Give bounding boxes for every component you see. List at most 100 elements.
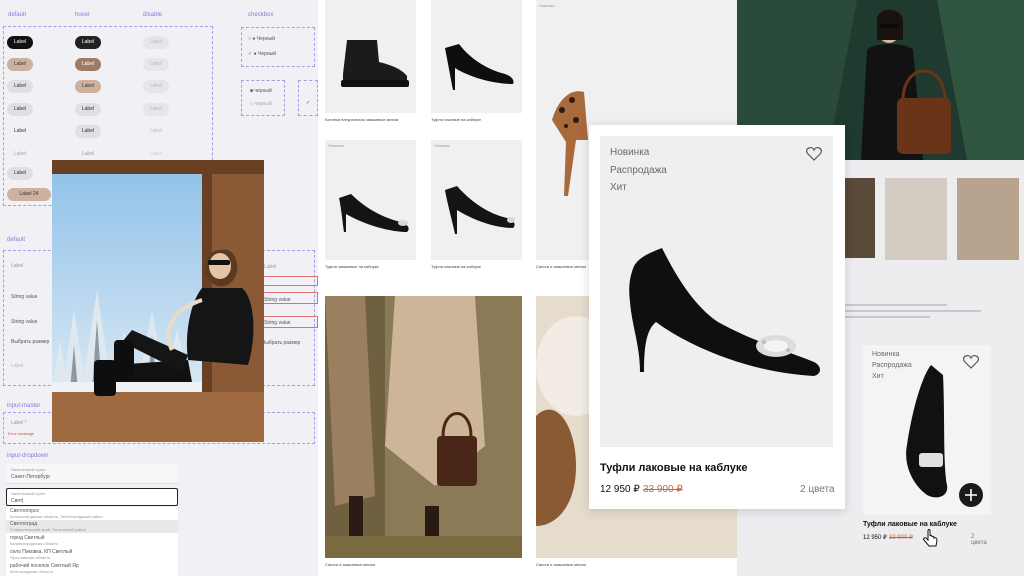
dropdown-field[interactable]: Населенный пункт Санкт-Петербург (6, 464, 178, 484)
suede-pump-image-2 (445, 186, 515, 234)
pump-image (445, 44, 514, 90)
chip-hover-grey[interactable]: Label (75, 103, 101, 116)
chip-with-count-label: Label (19, 191, 32, 197)
column-header-disable: disable (143, 12, 163, 18)
product-tile-suede-pumps-2[interactable]: Новинка (431, 140, 522, 260)
product-tile-pumps[interactable] (431, 0, 522, 113)
chip-disabled-4: Label (143, 103, 169, 116)
column-header-hover: hover (75, 12, 91, 18)
tile-tag: Новинка (434, 143, 450, 148)
product-tile-suede-pumps[interactable]: Новинка (325, 140, 416, 260)
badge-new: Новинка (610, 147, 650, 158)
checkbox-unchecked-icon: ○ ● (248, 36, 256, 42)
chip-disabled-1: Label (143, 36, 169, 49)
dropdown-option-4[interactable]: село Пиковка, КП Светлый Ярославская обл… (6, 548, 178, 561)
option-subtitle: Калининградская область (10, 541, 59, 546)
product-caption-1[interactable]: Ботинки натуральная замшевые мехом (325, 117, 398, 122)
input-string-value-2[interactable]: String value (11, 319, 37, 325)
checkbox-option-4-label: черный (254, 101, 272, 107)
heart-icon[interactable] (806, 147, 822, 161)
product-price: 12 950 ₽ (600, 484, 640, 495)
boot-image (341, 40, 409, 87)
small-price: 12 950 ₽ (863, 535, 887, 541)
product-caption-3[interactable]: Туфли замшевые на каблуке (325, 264, 379, 269)
dropdown-option-1[interactable]: Светлогорск Калининградская область, Зел… (6, 507, 178, 520)
input-master-error: Error message (8, 431, 35, 436)
product-tile-boots[interactable] (325, 0, 416, 113)
badge-hit: Хит (610, 182, 627, 193)
input-master-label[interactable]: Label * (11, 420, 27, 426)
input-label-disabled: Label (11, 363, 24, 369)
product-card-small[interactable]: Новинка Распродажа Хит Туфли лаковые на … (863, 345, 991, 547)
footer-text-blur (845, 300, 1015, 340)
dropdown-search-label: Населенный пункт (11, 491, 46, 496)
select-size[interactable]: Выбрать размер (11, 339, 49, 345)
small-badge-new: Новинка (872, 351, 900, 358)
heart-icon[interactable] (963, 355, 979, 369)
chip-default-grey[interactable]: Label (7, 80, 33, 93)
product-caption-6[interactable]: Сапоги в замшевые мехом (325, 562, 375, 567)
option-subtitle: Калининградская область, Зеленоградский … (10, 514, 103, 519)
chip-default-plain-light[interactable]: Label (7, 148, 33, 161)
chip-default-beige[interactable]: Label (7, 58, 33, 71)
section-input-dropdown: input-dropdown (7, 453, 49, 459)
product-caption-7[interactable]: Сапоги в замшевые мехом (536, 562, 586, 567)
dropdown-option-3[interactable]: город Светлый Калининградская область (6, 534, 178, 547)
chip-default-small[interactable]: Label (7, 167, 33, 180)
dropdown-option-2[interactable]: Светлоград Ставропольский край, Петровск… (6, 520, 178, 533)
checkbox-square-empty-icon: □ (250, 101, 254, 107)
chip-hover-beige[interactable]: Label (75, 80, 101, 93)
tile-tag: Новинка (539, 3, 555, 8)
chip-with-count[interactable]: Label 24 (7, 188, 51, 201)
checkbox-frame-2 (241, 80, 285, 116)
lifestyle-photo-illustration (52, 160, 264, 442)
input-label[interactable]: Label (11, 263, 23, 269)
product-colors-count[interactable]: 2 цвета (800, 484, 835, 495)
chip-hover-black[interactable]: Label (75, 36, 101, 49)
chip-hover-brown[interactable]: Label (75, 58, 101, 71)
dropdown-search-input[interactable]: Населенный пункт Свет| (6, 488, 178, 506)
option-subtitle: Ставропольский край, Петровский район (10, 527, 86, 532)
add-to-cart-button[interactable] (959, 483, 983, 507)
dropdown-search-value: Свет| (11, 498, 24, 504)
checkbox-option-1[interactable]: ○ ● Черный (248, 36, 275, 42)
lifestyle-photo-coat[interactable] (325, 296, 522, 558)
thumbnail-3[interactable] (957, 178, 1019, 260)
thumbnail-1[interactable] (845, 178, 875, 258)
dropdown-field-label: Населенный пункт (11, 467, 46, 472)
small-product-name[interactable]: Туфли лаковые на каблуке (863, 521, 957, 528)
section-inputs-default: default (7, 237, 26, 243)
product-card-main[interactable]: Новинка Распродажа Хит Туфли лаковые на … (589, 125, 845, 509)
input-error-box-3 (262, 316, 318, 328)
dropdown-option-5[interactable]: рабочий поселок Светлый Яр Волгоградская… (6, 562, 178, 575)
input-string-value-1[interactable]: String value (11, 294, 37, 300)
checkbox-square-icon: ■ (250, 88, 254, 94)
checkbox-option-3[interactable]: ■ черный (250, 88, 272, 94)
plus-icon (965, 489, 977, 501)
option-subtitle: Волгоградская область (10, 569, 54, 574)
chip-count: 24 (33, 191, 39, 197)
checkbox-frame-3 (298, 80, 318, 116)
product-caption-5[interactable]: Сапоги в замшевые мехом (536, 264, 586, 269)
badge-sale: Распродажа (610, 165, 667, 176)
chip-default-grey-2[interactable]: Label (7, 103, 33, 116)
small-colors-count[interactable]: 2 цвета (971, 534, 991, 546)
chip-default-black[interactable]: Label (7, 36, 33, 49)
product-caption-2[interactable]: Туфли лаковые на каблуке (431, 117, 481, 122)
checkbox-option-2[interactable]: ✓ ● Черный (248, 51, 276, 57)
product-card-image (600, 136, 833, 447)
checkbox-option-3-label: черный (254, 88, 272, 94)
checkbox-option-4[interactable]: □ черный (250, 101, 272, 107)
chip-default-plain[interactable]: Label (7, 125, 33, 138)
product-name[interactable]: Туфли лаковые на каблуке (600, 462, 748, 474)
chip-disabled-2: Label (143, 58, 169, 71)
select-size-right[interactable]: Выбрать размер (262, 340, 300, 346)
checkbox-frame (241, 27, 315, 67)
small-badge-hit: Хит (872, 373, 884, 380)
chip-disabled-3: Label (143, 80, 169, 93)
input-label-right[interactable]: Label (264, 264, 276, 270)
checkbox-check-icon[interactable]: ✓ (306, 100, 310, 106)
thumbnail-2[interactable] (885, 178, 947, 260)
product-caption-4[interactable]: Туфли лаковые на каблуке (431, 264, 481, 269)
chip-hover-grey-2[interactable]: Label (75, 125, 101, 138)
